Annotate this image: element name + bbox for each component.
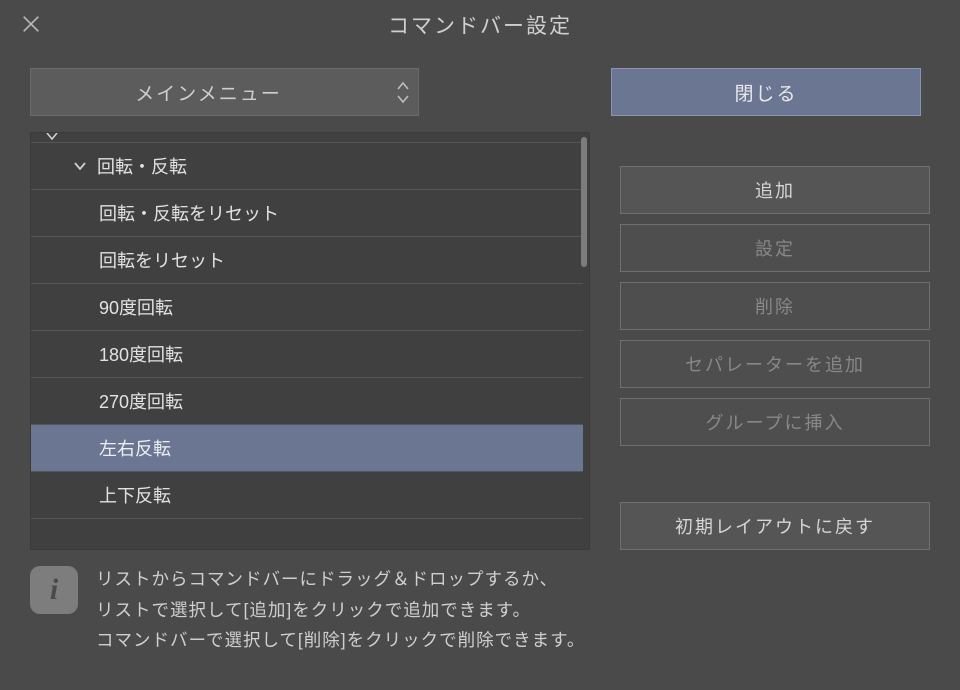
tree-leaf[interactable]: 回転をリセット <box>31 237 583 284</box>
tree-leaf-label: 左右反転 <box>99 435 171 461</box>
tree-leaf-label: 回転・反転をリセット <box>99 200 279 226</box>
delete-button-label: 削除 <box>755 293 795 319</box>
top-row: メインメニュー 閉じる <box>30 68 930 116</box>
content: メインメニュー 閉じる 回転・反転 <box>0 50 960 690</box>
tree-leaf-label: 180度回転 <box>99 341 183 367</box>
tree-leaf[interactable]: 90度回転 <box>31 284 583 331</box>
dialog-title: コマンドバー設定 <box>388 10 572 40</box>
add-button[interactable]: 追加 <box>620 166 930 214</box>
tree-leaf-label: 上下反転 <box>99 482 171 508</box>
command-tree-scroll[interactable]: 回転・反転 回転・反転をリセット 回転をリセット 90度回転 180度回転 <box>31 133 583 549</box>
info-bar: i リストからコマンドバーにドラッグ＆ドロップするか、 リストで選択して[追加]… <box>30 564 930 656</box>
tree-leaf[interactable]: 270度回転 <box>31 378 583 425</box>
main-area: 回転・反転 回転・反転をリセット 回転をリセット 90度回転 180度回転 <box>30 132 930 550</box>
tree-item-cut[interactable] <box>31 133 583 143</box>
tree-group-rotation[interactable]: 回転・反転 <box>31 143 583 190</box>
tree-leaf-label: 270度回転 <box>99 388 183 414</box>
scrollbar-track[interactable] <box>581 137 587 545</box>
info-line: リストからコマンドバーにドラッグ＆ドロップするか、 <box>96 564 585 595</box>
close-button-label: 閉じる <box>734 79 797 106</box>
insert-group-button[interactable]: グループに挿入 <box>620 398 930 446</box>
insert-group-button-label: グループに挿入 <box>706 409 845 435</box>
menu-dropdown[interactable]: メインメニュー <box>30 68 419 116</box>
tree-leaf-label: 90度回転 <box>99 294 173 320</box>
add-button-label: 追加 <box>755 177 795 203</box>
command-tree-panel: 回転・反転 回転・反転をリセット 回転をリセット 90度回転 180度回転 <box>30 132 590 550</box>
info-line: リストで選択して[追加]をクリックで追加できます。 <box>96 595 585 626</box>
tree-leaf[interactable]: 上下反転 <box>31 472 583 519</box>
stepper-arrows-icon[interactable] <box>386 69 418 115</box>
tree-leaf[interactable]: 180度回転 <box>31 331 583 378</box>
add-separator-button-label: セパレーターを追加 <box>685 351 865 377</box>
info-text: リストからコマンドバーにドラッグ＆ドロップするか、 リストで選択して[追加]をク… <box>96 564 585 656</box>
actions-column: 追加 設定 削除 セパレーターを追加 グループに挿入 初期レイアウトに戻す <box>620 132 930 550</box>
scrollbar-thumb[interactable] <box>581 137 587 267</box>
tree-group-label: 回転・反転 <box>97 153 187 179</box>
info-icon: i <box>30 566 78 614</box>
titlebar: コマンドバー設定 <box>0 0 960 50</box>
menu-dropdown-label: メインメニュー <box>31 79 386 106</box>
tree-leaf-label <box>99 519 104 537</box>
tree-leaf-selected[interactable]: 左右反転 <box>31 425 583 472</box>
command-tree: 回転・反転 回転・反転をリセット 回転をリセット 90度回転 180度回転 <box>31 133 583 537</box>
reset-layout-button-label: 初期レイアウトに戻す <box>675 513 875 539</box>
info-line: コマンドバーで選択して[削除]をクリックで削除できます。 <box>96 625 585 656</box>
delete-button[interactable]: 削除 <box>620 282 930 330</box>
tree-leaf-label: 回転をリセット <box>99 247 225 273</box>
chevron-down-icon <box>71 157 89 175</box>
tree-leaf[interactable]: 回転・反転をリセット <box>31 190 583 237</box>
close-icon[interactable] <box>20 13 44 37</box>
reset-layout-button[interactable]: 初期レイアウトに戻す <box>620 502 930 550</box>
settings-button-label: 設定 <box>755 235 795 261</box>
close-button[interactable]: 閉じる <box>611 68 921 116</box>
settings-button[interactable]: 設定 <box>620 224 930 272</box>
tree-leaf-partial[interactable] <box>31 519 583 537</box>
add-separator-button[interactable]: セパレーターを追加 <box>620 340 930 388</box>
